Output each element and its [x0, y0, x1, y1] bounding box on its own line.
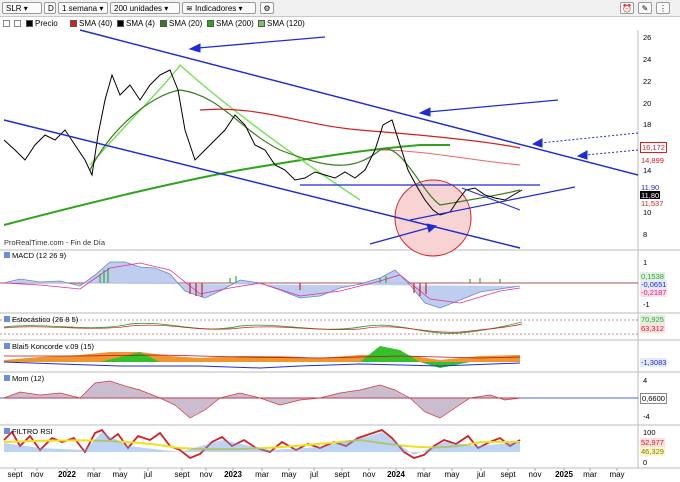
- x-label: jul: [476, 470, 486, 479]
- y-label-20: 20: [643, 99, 652, 108]
- stoch-title-label: Estocástico (26 8 5): [12, 315, 79, 324]
- x-label: may: [609, 470, 625, 479]
- source-label: ProRealTime.com - Fin de Día: [4, 238, 106, 247]
- rsi-title[interactable]: FILTRO RSI: [4, 427, 53, 436]
- x-label: nov: [199, 470, 213, 479]
- x-label: may: [444, 470, 460, 479]
- stoch-tag-2: 63,312: [640, 324, 665, 333]
- mom-y-minus4: -4: [643, 412, 650, 421]
- x-label: may: [281, 470, 297, 479]
- x-label: jul: [143, 470, 153, 479]
- stoch-title[interactable]: Estocástico (26 8 5): [4, 315, 78, 324]
- x-label: mar: [255, 470, 269, 479]
- x-label: nov: [362, 470, 376, 479]
- stochastic-panel: [0, 319, 638, 335]
- macd-panel: [0, 261, 638, 309]
- highlight-circle: [394, 179, 472, 257]
- mom-tag: 0,6600: [640, 393, 667, 404]
- x-label: sept: [7, 470, 23, 479]
- price-tag-11537: 11,537: [640, 199, 665, 208]
- y-label-22: 22: [643, 77, 652, 86]
- rsi-tag-2: 46,329: [640, 447, 665, 456]
- x-label: may: [112, 470, 128, 479]
- x-label: sept: [174, 470, 190, 479]
- macd-tag-3: -0,2187: [640, 288, 668, 297]
- macd-y-1: 1: [643, 258, 648, 267]
- blai5-tag: -1,3083: [640, 358, 668, 367]
- macd-title-label: MACD (12 26 9): [12, 251, 67, 260]
- x-label: mar: [583, 470, 597, 479]
- x-label: jul: [309, 470, 319, 479]
- blai5-title-label: Blai5 Koncorde v.09 (15): [12, 342, 94, 351]
- mom-title-label: Mom (12): [12, 374, 45, 383]
- rsi-panel: [3, 428, 521, 460]
- x-label-year: 2024: [387, 470, 405, 479]
- mom-title[interactable]: Mom (12): [4, 374, 44, 383]
- rsi-y-0: 0: [643, 458, 648, 467]
- macd-title[interactable]: MACD (12 26 9): [4, 251, 66, 260]
- x-label: nov: [30, 470, 44, 479]
- macd-y-minus1: -1: [643, 300, 650, 309]
- y-label-14: 14: [643, 166, 652, 175]
- y-label-8: 8: [643, 230, 648, 239]
- price-tag-16172: 16,172: [640, 142, 667, 153]
- rsi-tag-1: 52,977: [640, 438, 665, 447]
- rsi-y-100: 100: [643, 428, 656, 437]
- x-label-year: 2025: [555, 470, 573, 479]
- price-tag-14899: 14,899: [640, 156, 665, 165]
- x-label: sept: [500, 470, 516, 479]
- rsi-title-label: FILTRO RSI: [12, 427, 53, 436]
- x-label-year: 2023: [224, 470, 242, 479]
- mom-y-4: 4: [643, 376, 648, 385]
- stoch-tag-1: 70,925: [640, 315, 665, 324]
- blai5-title[interactable]: Blai5 Koncorde v.09 (15): [4, 342, 94, 351]
- x-label: nov: [528, 470, 542, 479]
- momentum-panel: [0, 380, 638, 419]
- x-label: mar: [417, 470, 431, 479]
- y-label-26: 26: [643, 33, 652, 42]
- y-label-24: 24: [643, 55, 652, 64]
- x-label: mar: [87, 470, 101, 479]
- x-label: sept: [334, 470, 350, 479]
- y-label-10: 10: [643, 208, 652, 217]
- x-label-year: 2022: [58, 470, 76, 479]
- y-label-18: 18: [643, 120, 652, 129]
